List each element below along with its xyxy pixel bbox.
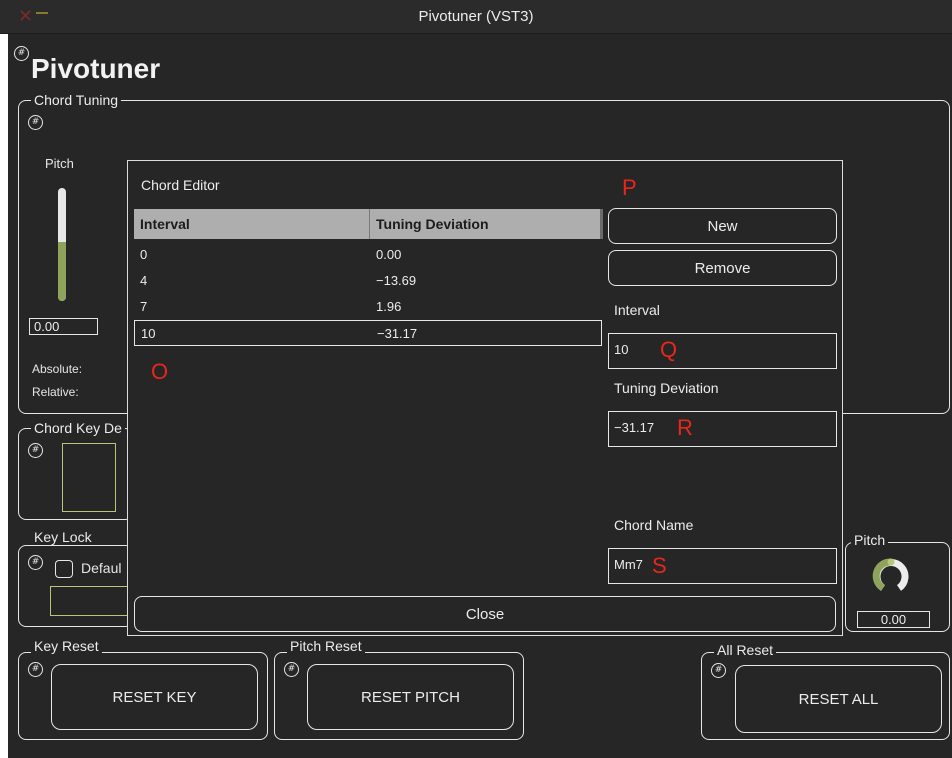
table-row-selected[interactable]: 10 −31.17 xyxy=(134,320,602,346)
cell-deviation: −31.17 xyxy=(377,326,418,341)
tuning-deviation-field[interactable]: −31.17 xyxy=(608,411,837,447)
pitch-value-box[interactable]: 0.00 xyxy=(29,318,98,335)
key-reset-label: Key Reset xyxy=(31,638,102,654)
annotation-r: R xyxy=(677,415,693,440)
table-header: Interval Tuning Deviation xyxy=(134,209,603,239)
chord-tuning-label: Chord Tuning xyxy=(31,92,122,108)
reset-all-button[interactable]: RESET ALL xyxy=(735,665,942,733)
annotation-o: O xyxy=(151,359,169,384)
chord-name-field[interactable]: Mm7 xyxy=(608,548,837,584)
table-row[interactable]: 7 1.96 xyxy=(134,294,602,320)
pitch-slider-fill xyxy=(58,242,66,301)
column-header-deviation[interactable]: Tuning Deviation xyxy=(370,209,600,239)
annotation-q: Q xyxy=(660,337,678,362)
reset-key-button[interactable]: RESET KEY xyxy=(51,664,258,730)
pitch-panel-value[interactable]: 0.00 xyxy=(857,611,930,628)
close-button[interactable]: Close xyxy=(134,596,836,632)
cell-interval: 10 xyxy=(141,326,156,341)
cell-interval: 7 xyxy=(140,299,148,314)
annotation-p: P xyxy=(622,175,637,200)
interval-label: Interval xyxy=(614,302,660,318)
hash-icon[interactable]: # xyxy=(28,662,43,677)
key-lock-display xyxy=(50,586,130,616)
tuning-deviation-value: −31.17 xyxy=(614,420,655,435)
chord-editor-dialog: Chord Editor Interval Tuning Deviation 0… xyxy=(127,160,843,636)
pitch-knob-icon[interactable] xyxy=(871,556,911,596)
hash-icon[interactable]: # xyxy=(711,663,726,678)
chord-editor-title: Chord Editor xyxy=(141,177,220,193)
hash-icon[interactable]: # xyxy=(284,662,299,677)
relative-label: Relative: xyxy=(32,385,79,399)
app-title: Pivotuner xyxy=(31,53,161,84)
cell-deviation: −13.69 xyxy=(376,273,417,288)
hash-icon[interactable]: # xyxy=(28,443,43,458)
default-checkbox[interactable] xyxy=(55,560,73,578)
cell-interval: 4 xyxy=(140,273,148,288)
chord-key-label: Chord Key De xyxy=(31,420,125,436)
column-end-divider xyxy=(600,209,603,239)
reset-pitch-button[interactable]: RESET PITCH xyxy=(307,664,514,730)
window-titlebar: ✕ Pivotuner (VST3) xyxy=(0,0,952,34)
key-lock-label: Key Lock xyxy=(31,529,95,545)
pitch-label: Pitch xyxy=(45,156,74,171)
interval-value: 10 xyxy=(614,342,629,357)
pitch-reset-label: Pitch Reset xyxy=(287,638,365,654)
table-row[interactable]: 0 0.00 xyxy=(134,242,602,268)
cell-interval: 0 xyxy=(140,247,148,262)
absolute-label: Absolute: xyxy=(32,362,83,376)
chord-name-value: Mm7 xyxy=(614,557,643,572)
pitch-panel-label: Pitch xyxy=(851,532,889,548)
column-header-interval[interactable]: Interval xyxy=(134,209,369,239)
chord-name-label: Chord Name xyxy=(614,517,694,533)
cell-deviation: 1.96 xyxy=(376,299,402,314)
all-reset-label: All Reset xyxy=(714,642,777,658)
table-row[interactable]: 4 −13.69 xyxy=(134,268,602,294)
tuning-deviation-label: Tuning Deviation xyxy=(614,380,719,396)
annotation-s: S xyxy=(652,553,667,578)
new-button[interactable]: New xyxy=(608,208,837,244)
hash-icon[interactable]: # xyxy=(28,115,43,130)
remove-button[interactable]: Remove xyxy=(608,250,837,286)
hash-icon[interactable]: # xyxy=(14,46,29,61)
hash-icon[interactable]: # xyxy=(28,555,43,570)
interval-field[interactable]: 10 xyxy=(608,333,837,369)
chord-key-display xyxy=(62,443,116,512)
window-title: Pivotuner (VST3) xyxy=(418,8,534,25)
default-checkbox-label: Defaul xyxy=(81,560,122,576)
pitch-slider[interactable] xyxy=(58,188,66,301)
cell-deviation: 0.00 xyxy=(376,247,402,262)
